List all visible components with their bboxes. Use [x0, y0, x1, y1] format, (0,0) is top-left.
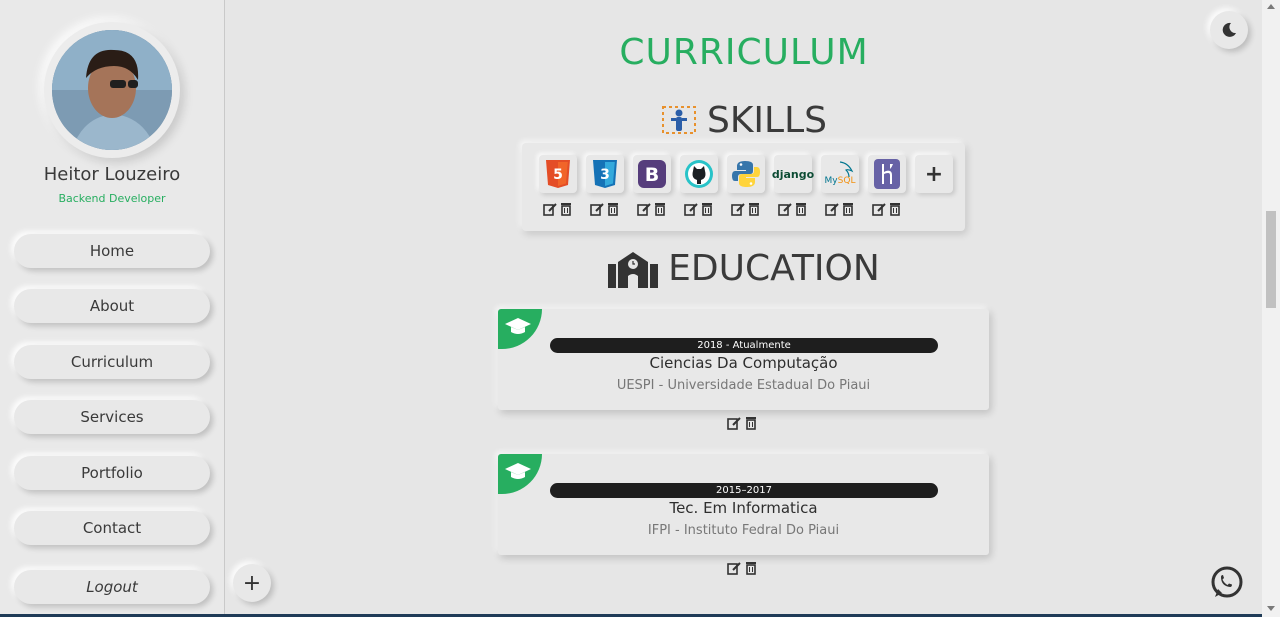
trash-icon[interactable] — [744, 561, 758, 575]
education-badge — [498, 309, 542, 349]
edit-icon[interactable] — [684, 202, 698, 216]
nav-portfolio[interactable]: Portfolio — [14, 456, 210, 490]
trash-icon[interactable] — [841, 202, 855, 216]
skill-django[interactable]: django — [771, 155, 815, 193]
trash-icon[interactable] — [747, 202, 761, 216]
profile-role: Backend Developer — [58, 192, 166, 205]
skill-heroku[interactable] — [868, 155, 906, 193]
skill-actions — [868, 202, 906, 216]
edit-icon[interactable] — [590, 202, 604, 216]
education-period: 2015–2017 — [550, 483, 938, 498]
html5-icon: 5 — [546, 160, 570, 188]
skill-actions — [727, 202, 765, 216]
edit-icon[interactable] — [727, 561, 741, 575]
skill-actions — [821, 202, 859, 216]
page-scrollbar[interactable] — [1262, 0, 1280, 617]
whatsapp-icon — [1211, 566, 1243, 598]
education-course: Tec. Em Informatica — [669, 499, 818, 517]
skill-actions — [586, 202, 624, 216]
skill-actions — [774, 202, 812, 216]
trash-icon[interactable] — [700, 202, 714, 216]
svg-text:5: 5 — [553, 167, 563, 183]
nav-services[interactable]: Services — [14, 400, 210, 434]
trash-icon[interactable] — [744, 416, 758, 430]
education-heading-text: EDUCATION — [668, 247, 880, 289]
skill-html5[interactable]: 5 — [539, 155, 577, 193]
add-button[interactable]: + — [233, 564, 271, 602]
education-badge — [498, 454, 542, 494]
school-icon — [608, 252, 659, 288]
education-period: 2018 - Atualmente — [550, 338, 938, 353]
trash-icon[interactable] — [794, 202, 808, 216]
skill-github[interactable] — [680, 155, 718, 193]
skills-heading-text: SKILLS — [706, 99, 828, 141]
bootstrap-icon: B — [638, 160, 666, 188]
graduation-cap-icon — [505, 318, 531, 334]
education-actions — [727, 416, 758, 430]
heroku-icon — [874, 159, 900, 189]
svg-text:MySQL: MySQL — [825, 176, 856, 186]
education-card: 2018 - Atualmente Ciencias Da Computação… — [498, 309, 989, 410]
skills-heading: SKILLS — [226, 98, 1262, 142]
skill-actions — [680, 202, 718, 216]
edit-icon[interactable] — [727, 416, 741, 430]
edit-icon[interactable] — [637, 202, 651, 216]
trash-icon[interactable] — [888, 202, 902, 216]
education-course: Ciencias Da Computação — [649, 354, 838, 372]
scrollbar-thumb[interactable] — [1266, 211, 1276, 308]
skill-actions — [539, 202, 577, 216]
edit-icon[interactable] — [543, 202, 557, 216]
whatsapp-button[interactable] — [1208, 564, 1246, 602]
education-actions — [727, 561, 758, 575]
education-card: 2015–2017 Tec. Em Informatica IFPI - Ins… — [498, 454, 989, 555]
nav-curriculum[interactable]: Curriculum — [14, 345, 210, 379]
add-skill-label: + — [924, 161, 944, 187]
nav-about[interactable]: About — [14, 289, 210, 323]
sidebar: Heitor Louzeiro Backend Developer Home A… — [0, 0, 225, 617]
add-skill-button[interactable]: + — [915, 155, 953, 193]
logout-button[interactable]: Logout — [14, 570, 210, 604]
edit-icon[interactable] — [731, 202, 745, 216]
skill-actions — [633, 202, 671, 216]
edit-icon[interactable] — [778, 202, 792, 216]
mysql-icon: MySQL — [825, 161, 856, 186]
education-heading: EDUCATION — [226, 246, 1262, 290]
python-icon — [732, 161, 760, 187]
svg-text:B: B — [645, 164, 659, 186]
nav-home[interactable]: Home — [14, 234, 210, 268]
skills-panel: 5 3 B django MySQL + — [522, 143, 965, 231]
css3-icon: 3 — [593, 160, 617, 188]
avatar — [52, 30, 172, 150]
skill-bootstrap[interactable]: B — [633, 155, 671, 193]
page-title: CURRICULUM — [619, 32, 869, 73]
skill-mysql[interactable]: MySQL — [821, 155, 859, 193]
trash-icon[interactable] — [606, 202, 620, 216]
education-institution: IFPI - Instituto Fedral Do Piaui — [647, 523, 840, 538]
profile-name: Heitor Louzeiro — [43, 164, 181, 185]
trash-icon[interactable] — [559, 202, 573, 216]
skill-css3[interactable]: 3 — [586, 155, 624, 193]
avatar-frame — [44, 22, 180, 158]
edit-icon[interactable] — [825, 202, 839, 216]
skill-python[interactable] — [727, 155, 765, 193]
github-icon — [685, 160, 713, 188]
nav-contact[interactable]: Contact — [14, 511, 210, 545]
svg-text:3: 3 — [600, 167, 610, 183]
skills-icon — [661, 106, 696, 134]
education-institution: UESPI - Universidade Estadual Do Piaui — [616, 378, 871, 393]
edit-icon[interactable] — [872, 202, 886, 216]
django-icon: django — [771, 167, 815, 181]
plus-label: + — [242, 570, 262, 596]
scroll-up-icon[interactable] — [1267, 3, 1275, 9]
scroll-down-icon[interactable] — [1267, 606, 1275, 612]
trash-icon[interactable] — [653, 202, 667, 216]
graduation-cap-icon — [505, 463, 531, 479]
